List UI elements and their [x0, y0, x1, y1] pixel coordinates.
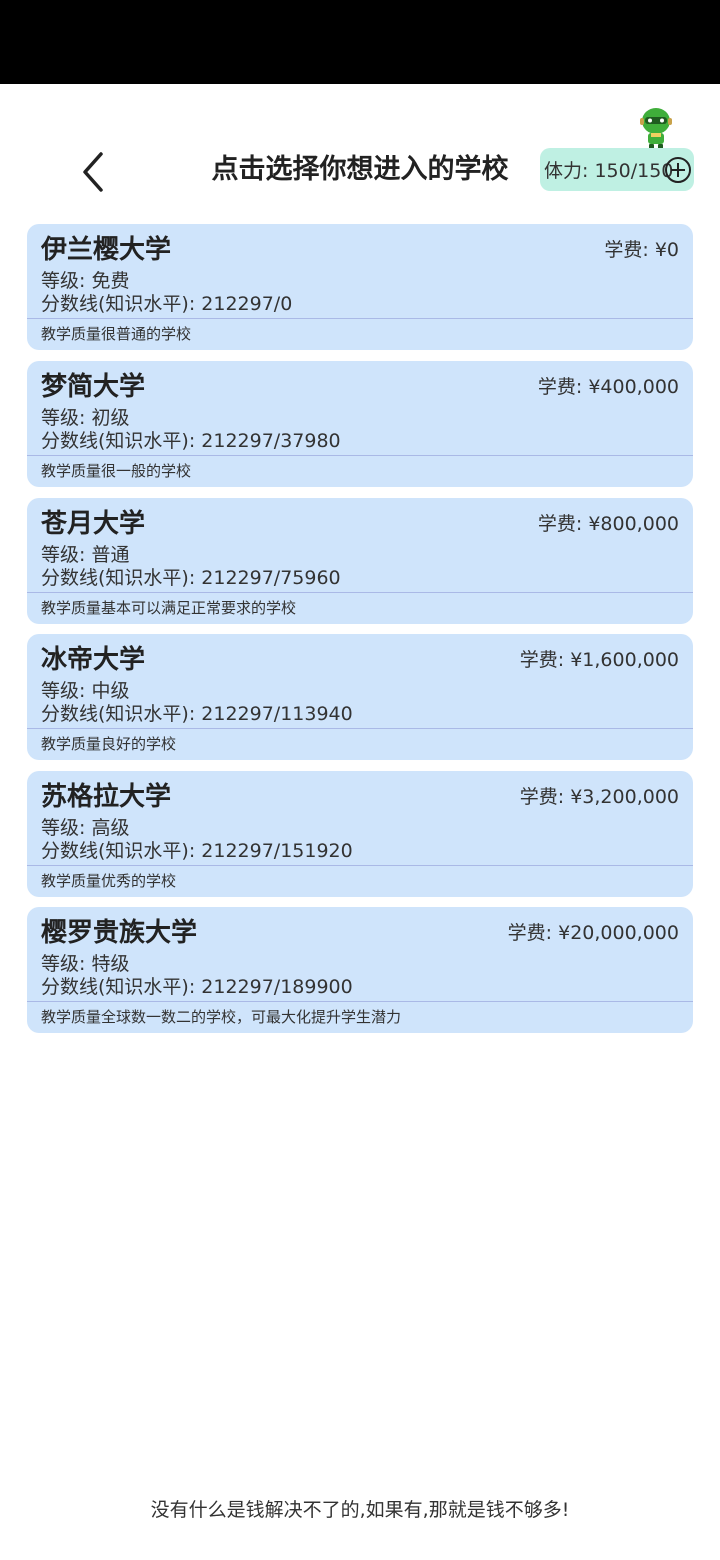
- school-card[interactable]: 樱罗贵族大学 学费: ¥20,000,000 等级: 特级 分数线(知识水平):…: [27, 907, 693, 1033]
- divider: [27, 865, 693, 866]
- school-score: 分数线(知识水平): 212297/189900: [41, 976, 353, 998]
- school-grade: 等级: 高级: [41, 817, 130, 839]
- school-description: 教学质量基本可以满足正常要求的学校: [41, 599, 297, 617]
- school-grade: 等级: 特级: [41, 953, 130, 975]
- school-card[interactable]: 冰帝大学 学费: ¥1,600,000 等级: 中级 分数线(知识水平): 21…: [27, 634, 693, 760]
- footer-quote: 没有什么是钱解决不了的,如果有,那就是钱不够多!: [150, 1499, 570, 1521]
- divider: [27, 455, 693, 456]
- school-description: 教学质量很普通的学校: [41, 325, 192, 343]
- status-bar: [0, 0, 720, 84]
- school-grade: 等级: 中级: [41, 680, 130, 702]
- school-description: 教学质量良好的学校: [41, 735, 177, 753]
- school-card[interactable]: 梦简大学 学费: ¥400,000 等级: 初级 分数线(知识水平): 2122…: [27, 361, 693, 487]
- divider: [27, 728, 693, 729]
- chevron-left-icon: [83, 152, 103, 192]
- school-fee: 学费: ¥800,000: [537, 513, 679, 535]
- school-grade: 等级: 普通: [41, 544, 130, 566]
- school-description: 教学质量很一般的学校: [41, 462, 192, 480]
- school-fee: 学费: ¥0: [604, 239, 679, 261]
- school-fee: 学费: ¥3,200,000: [519, 786, 679, 808]
- school-name: 冰帝大学: [41, 645, 146, 675]
- school-card[interactable]: 苏格拉大学 学费: ¥3,200,000 等级: 高级 分数线(知识水平): 2…: [27, 771, 693, 897]
- school-card[interactable]: 苍月大学 学费: ¥800,000 等级: 普通 分数线(知识水平): 2122…: [27, 498, 693, 624]
- school-fee: 学费: ¥1,600,000: [519, 649, 679, 671]
- school-name: 樱罗贵族大学: [41, 918, 198, 948]
- divider: [27, 592, 693, 593]
- school-score: 分数线(知识水平): 212297/113940: [41, 703, 353, 725]
- school-card[interactable]: 伊兰樱大学 学费: ¥0 等级: 免费 分数线(知识水平): 212297/0 …: [27, 224, 693, 350]
- school-description: 教学质量全球数一数二的学校，可最大化提升学生潜力: [41, 1008, 402, 1026]
- stamina-badge: 体力: 150/150: [540, 148, 694, 191]
- school-name: 苏格拉大学: [41, 782, 172, 812]
- school-description: 教学质量优秀的学校: [41, 872, 177, 890]
- school-grade: 等级: 免费: [41, 270, 130, 292]
- divider: [27, 1001, 693, 1002]
- school-name: 苍月大学: [41, 509, 146, 539]
- back-button[interactable]: [70, 148, 118, 196]
- school-fee: 学费: ¥20,000,000: [507, 922, 679, 944]
- divider: [27, 318, 693, 319]
- school-name: 梦简大学: [41, 372, 146, 402]
- school-grade: 等级: 初级: [41, 407, 130, 429]
- school-name: 伊兰樱大学: [41, 235, 172, 265]
- school-score: 分数线(知识水平): 212297/0: [41, 293, 293, 315]
- school-score: 分数线(知识水平): 212297/37980: [41, 430, 341, 452]
- school-score: 分数线(知识水平): 212297/75960: [41, 567, 341, 589]
- mascot-icon: [640, 108, 672, 149]
- page-title: 点击选择你想进入的学校: [211, 154, 509, 185]
- school-score: 分数线(知识水平): 212297/151920: [41, 840, 353, 862]
- plus-circle-icon[interactable]: [664, 156, 692, 184]
- school-fee: 学费: ¥400,000: [537, 376, 679, 398]
- stamina-text: 体力: 150/150: [544, 160, 674, 182]
